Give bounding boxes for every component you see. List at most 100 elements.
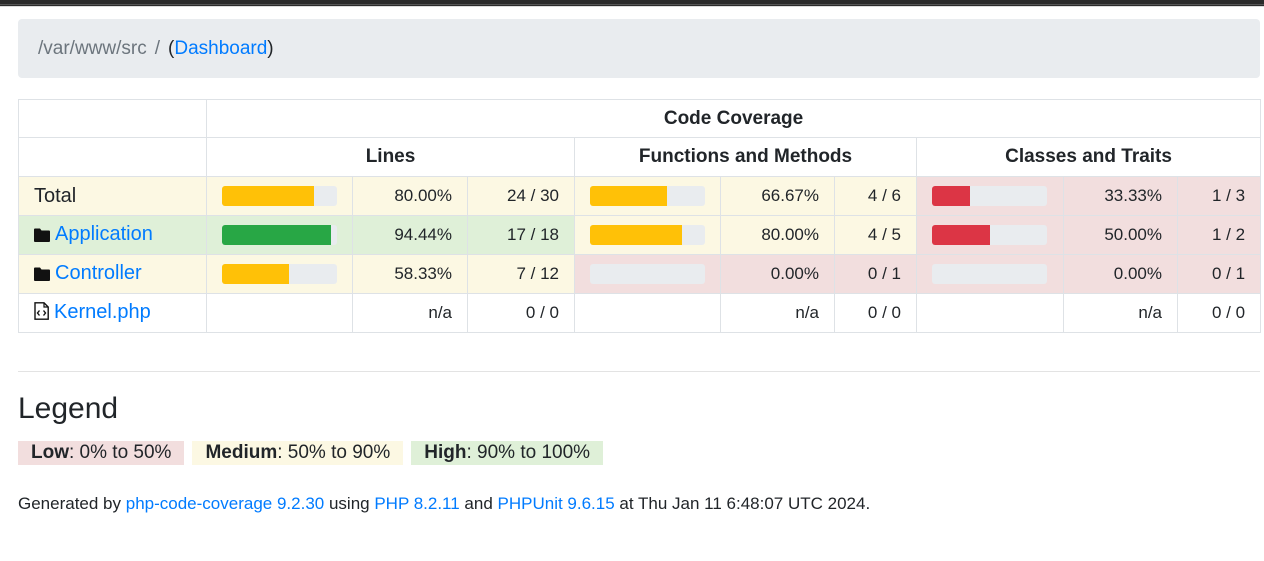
- classes-progress-fill: [932, 225, 990, 245]
- footer-suffix: at Thu Jan 11 6:48:07 UTC 2024.: [614, 494, 871, 513]
- legend: Low: 0% to 50% Medium: 50% to 90% High: 90…: [18, 441, 611, 465]
- functions-percent: 80.00%: [720, 215, 835, 255]
- classes-percent: 0.00%: [1063, 254, 1178, 294]
- lines-progress-bar: [222, 225, 337, 245]
- functions-progress-fill: [590, 225, 682, 245]
- coverage-rows: Total 80.00% 24 / 30 66.67% 4 / 6 33.33% 1 / 3…: [18, 176, 1262, 333]
- header-empty-cell: [18, 99, 207, 138]
- lines-bar-cell: [206, 254, 353, 294]
- lines-progress-bar: [222, 264, 337, 284]
- functions-bar-cell: [574, 215, 721, 255]
- classes-percent: 33.33%: [1063, 176, 1178, 216]
- code-coverage-header: Code Coverage: [205, 99, 1262, 138]
- legend-medium-range: : 50% to 90%: [277, 442, 391, 463]
- lines-percent: 80.00%: [352, 176, 468, 216]
- classes-progress-bar: [932, 186, 1047, 206]
- lines-progress-bar: [222, 186, 337, 206]
- breadcrumb-path: /var/www/src: [38, 38, 147, 59]
- lines-bar-cell: [206, 176, 353, 216]
- dashboard-link[interactable]: Dashboard: [174, 38, 267, 59]
- classes-progress-bar: [932, 264, 1047, 284]
- classes-header: Classes and Traits: [915, 137, 1262, 177]
- lines-percent: 58.33%: [352, 254, 468, 294]
- legend-medium-label: Medium: [205, 442, 278, 463]
- classes-bar-cell: [916, 254, 1064, 294]
- legend-low-label: Low: [31, 442, 69, 463]
- functions-progress-bar: [590, 186, 705, 206]
- classes-count: 0 / 1: [1176, 254, 1262, 294]
- legend-low-range: : 0% to 50%: [69, 442, 172, 463]
- lines-progress-fill: [222, 264, 290, 284]
- lines-header: Lines: [206, 137, 575, 177]
- classes-percent: 50.00%: [1063, 215, 1178, 255]
- lines-progress-fill: [222, 186, 314, 206]
- row-name: Total: [34, 184, 77, 207]
- classes-progress-bar: [932, 225, 1047, 245]
- functions-bar-cell: [574, 254, 721, 294]
- row-name[interactable]: Kernel.php: [54, 301, 151, 323]
- legend-medium: Medium: 50% to 90%: [192, 441, 404, 465]
- row-name-cell: Total: [18, 176, 207, 216]
- breadcrumb-close-paren: ): [267, 38, 274, 59]
- functions-percent: n/a: [720, 293, 835, 333]
- functions-percent: 66.67%: [720, 176, 835, 216]
- legend-title: Legend: [18, 392, 119, 425]
- lines-count: 24 / 30: [467, 176, 575, 216]
- classes-bar-cell: [916, 215, 1064, 255]
- php-link[interactable]: PHP 8.2.11: [374, 494, 459, 513]
- classes-bar-cell: [916, 176, 1064, 216]
- legend-high-label: High: [424, 442, 467, 463]
- footer-prefix: Generated by: [18, 494, 126, 513]
- functions-progress-fill: [590, 186, 667, 206]
- table-row: Kernel.php n/a 0 / 0 n/a 0 / 0 n/a 0 / 0: [18, 293, 1262, 333]
- table-row: Total 80.00% 24 / 30 66.67% 4 / 6 33.33% 1 / 3: [18, 176, 1262, 216]
- breadcrumb-separator: /: [154, 38, 161, 59]
- classes-bar-cell: [916, 293, 1064, 333]
- functions-count: 4 / 6: [834, 176, 917, 216]
- divider: [18, 371, 1260, 372]
- functions-progress-bar: [590, 264, 705, 284]
- lines-progress-fill: [222, 225, 331, 245]
- lines-percent: n/a: [352, 293, 468, 333]
- functions-progress-bar: [590, 225, 705, 245]
- code-file-icon: [34, 301, 49, 326]
- classes-percent: n/a: [1063, 293, 1178, 333]
- footer: Generated by php-code-coverage 9.2.30 us…: [18, 494, 870, 514]
- lines-bar-cell: [206, 215, 353, 255]
- functions-count: 0 / 0: [834, 293, 917, 333]
- table-row: Application 94.44% 17 / 18 80.00% 4 / 5 50.00…: [18, 215, 1262, 255]
- functions-header: Functions and Methods: [574, 137, 917, 177]
- classes-count: 0 / 0: [1176, 293, 1262, 333]
- legend-high-range: : 90% to 100%: [466, 442, 591, 463]
- classes-count: 1 / 3: [1176, 176, 1262, 216]
- php-code-coverage-link[interactable]: php-code-coverage 9.2.30: [126, 494, 324, 513]
- folder-icon: [34, 225, 50, 248]
- table-row: Controller 58.33% 7 / 12 0.00% 0 / 1 0.00% 0 /…: [18, 254, 1262, 294]
- lines-count: 0 / 0: [467, 293, 575, 333]
- folder-icon: [34, 264, 50, 287]
- lines-bar-cell: [206, 293, 353, 333]
- header-empty-cell: [18, 137, 207, 177]
- classes-count: 1 / 2: [1176, 215, 1262, 255]
- coverage-table: Code Coverage Lines Functions and Method…: [18, 99, 1262, 333]
- row-name-cell: Kernel.php: [18, 293, 207, 333]
- functions-percent: 0.00%: [720, 254, 835, 294]
- lines-count: 17 / 18: [467, 215, 575, 255]
- lines-percent: 94.44%: [352, 215, 468, 255]
- browser-top-strip: [0, 0, 1264, 7]
- footer-and: and: [459, 494, 498, 513]
- row-name-cell: Controller: [18, 254, 207, 294]
- row-name-cell: Application: [18, 215, 207, 255]
- legend-high: High: 90% to 100%: [411, 441, 604, 465]
- row-name[interactable]: Controller: [55, 262, 142, 284]
- legend-low: Low: 0% to 50%: [18, 441, 185, 465]
- classes-progress-fill: [932, 186, 971, 206]
- functions-bar-cell: [574, 293, 721, 333]
- functions-bar-cell: [574, 176, 721, 216]
- functions-count: 4 / 5: [834, 215, 917, 255]
- lines-count: 7 / 12: [467, 254, 575, 294]
- phpunit-link[interactable]: PHPUnit 9.6.15: [498, 494, 615, 513]
- row-name[interactable]: Application: [55, 223, 153, 245]
- footer-using: using: [324, 494, 375, 513]
- functions-count: 0 / 1: [834, 254, 917, 294]
